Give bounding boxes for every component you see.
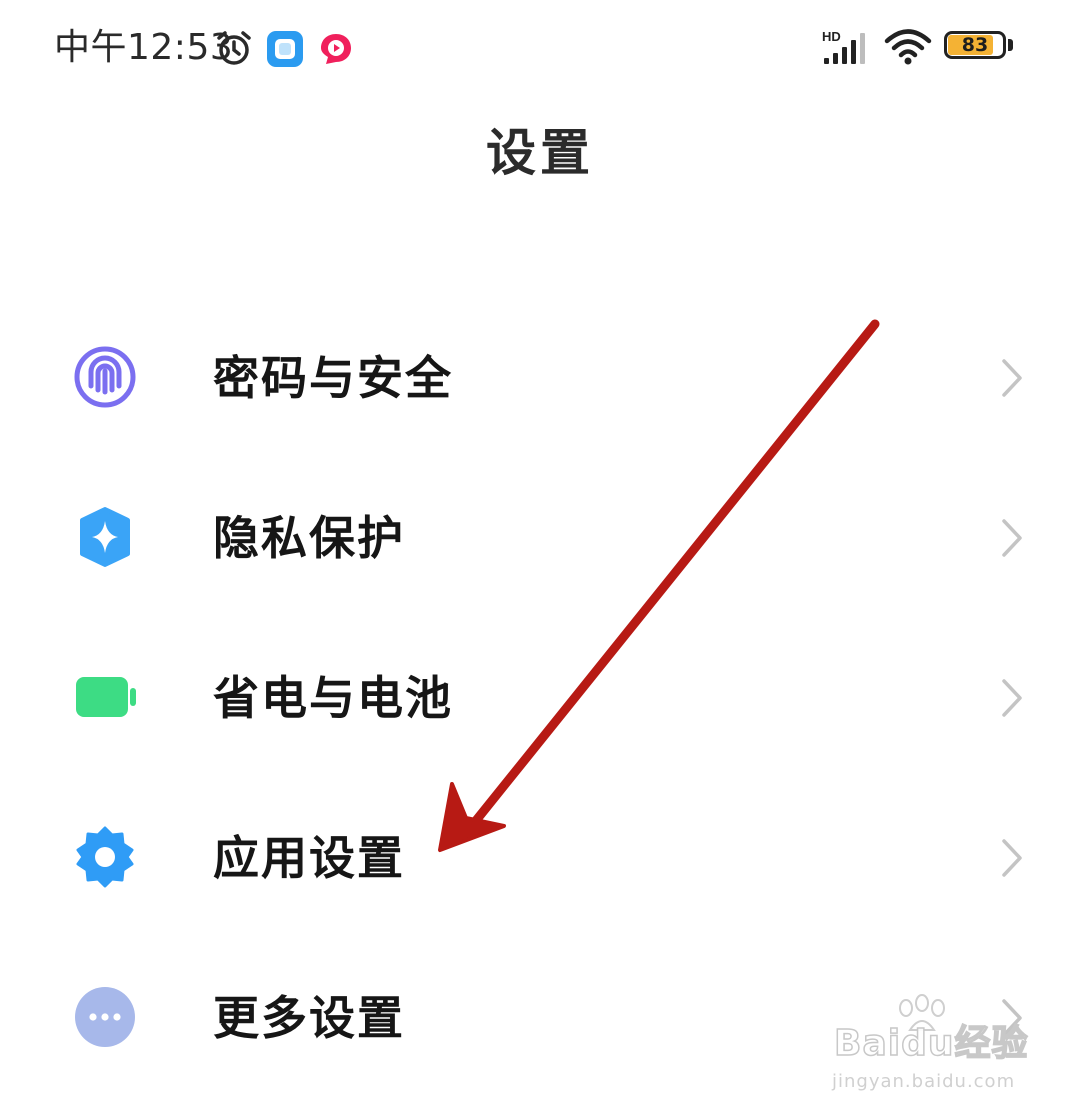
fingerprint-icon bbox=[74, 346, 136, 408]
settings-item-privacy[interactable]: 隐私保护 bbox=[0, 456, 1080, 616]
status-time: 中午12:53 bbox=[54, 27, 234, 68]
notes-app-icon bbox=[267, 31, 303, 67]
chevron-right-icon bbox=[1002, 359, 1022, 397]
settings-item-password-security[interactable]: 密码与安全 bbox=[0, 296, 1080, 456]
settings-item-label: 省电与电池 bbox=[213, 671, 453, 725]
page-title: 设置 bbox=[486, 124, 594, 182]
alarm-clock-icon bbox=[217, 31, 251, 65]
settings-item-label: 密码与安全 bbox=[213, 351, 453, 405]
battery-icon bbox=[76, 677, 136, 717]
watermark-url: jingyan.baidu.com bbox=[832, 1071, 1016, 1092]
gear-icon bbox=[76, 826, 134, 888]
chevron-right-icon bbox=[1002, 839, 1022, 877]
watermark-logo-text: Baidu经验 bbox=[833, 1022, 1029, 1065]
cellular-signal-icon: HD bbox=[822, 29, 865, 64]
baidu-jingyan-watermark: Baidu经验 jingyan.baidu.com bbox=[826, 994, 1029, 1104]
settings-item-battery[interactable]: 省电与电池 bbox=[0, 616, 1080, 776]
settings-item-app-settings[interactable]: 应用设置 bbox=[0, 776, 1080, 936]
chevron-right-icon bbox=[1002, 679, 1022, 717]
wifi-icon bbox=[884, 29, 932, 65]
settings-item-label: 隐私保护 bbox=[213, 511, 405, 565]
privacy-shield-icon bbox=[80, 507, 130, 567]
battery-indicator: 83 bbox=[944, 31, 1018, 63]
more-dots-icon bbox=[75, 987, 135, 1047]
battery-percentage: 83 bbox=[961, 34, 989, 56]
video-app-icon bbox=[321, 34, 351, 64]
network-label: HD bbox=[822, 29, 841, 44]
chevron-right-icon bbox=[1002, 519, 1022, 557]
battery-cap bbox=[1008, 39, 1013, 51]
settings-item-label: 更多设置 bbox=[213, 991, 405, 1045]
settings-item-label: 应用设置 bbox=[213, 831, 405, 885]
status-bar: 中午12:53 HD 83 bbox=[0, 0, 1080, 96]
